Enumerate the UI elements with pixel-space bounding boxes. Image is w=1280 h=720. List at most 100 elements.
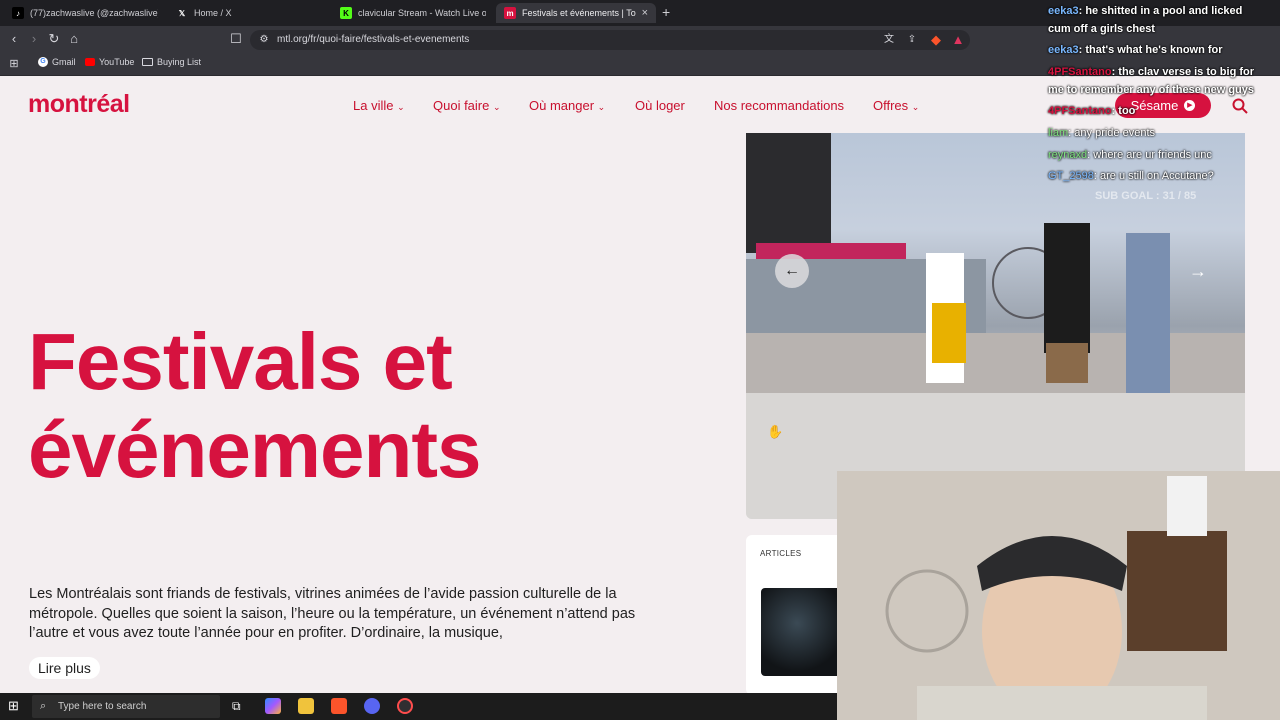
nav-ou-loger[interactable]: Où loger (635, 98, 685, 113)
home-icon[interactable]: ⌂ (66, 31, 82, 47)
windows-start-icon[interactable]: ⊞ (8, 698, 24, 714)
copilot-icon[interactable] (265, 698, 281, 714)
tab-title: (77)zachwaslive (@zachwaslive) | TikT (30, 8, 158, 18)
tab-mtl[interactable]: m Festivals et événements | Tourism × (496, 3, 656, 23)
bookmark-icon[interactable]: ☐ (228, 31, 244, 47)
webcam-overlay (837, 471, 1280, 720)
webcam-feed (837, 471, 1280, 720)
chat-text: : he shitted in a pool and licked (1078, 5, 1243, 17)
bookmark-label: Buying List (157, 57, 202, 67)
articles-label: ARTICLES (760, 549, 802, 558)
title-line: événements (28, 405, 481, 494)
nav-offres[interactable]: Offres ⌄ (873, 98, 919, 113)
page-title: Festivals et événements (28, 317, 481, 494)
chat-message: 4PFSantano: too (1048, 104, 1135, 118)
chat-message: eeka3: that's what he's known for (1048, 43, 1223, 57)
back-icon[interactable]: ‹ (6, 31, 22, 47)
intro-paragraph: Les Montréalais sont friands de festival… (29, 586, 636, 641)
chat-text: : that's what he's known for (1078, 44, 1223, 56)
chat-message: reynaxd: where are ur friends unc (1048, 148, 1212, 162)
chat-text: : any pride events (1068, 127, 1156, 139)
nav-quoi-faire[interactable]: Quoi faire ⌄ (433, 98, 501, 113)
kick-icon: K (340, 7, 352, 19)
nav-label: Offres (873, 98, 909, 113)
tab-title: clavicular Stream - Watch Live on Kick (358, 8, 486, 18)
chat-message: liam: any pride events (1048, 126, 1155, 140)
discord-icon[interactable] (364, 698, 380, 714)
chat-message: GT_2598: are u still on Accutane? (1048, 169, 1214, 183)
nav-label: La ville (353, 98, 394, 113)
chat-user: 4PFSantano (1048, 66, 1112, 78)
nav-label: Quoi faire (433, 98, 490, 113)
nav-label: Où manger (529, 98, 595, 113)
bookmark-youtube[interactable]: YouTube (85, 57, 134, 67)
tab-tiktok[interactable]: ♪ (77)zachwaslive (@zachwaslive) | TikT (4, 3, 166, 23)
play-icon: ▶ (1184, 100, 1196, 111)
hand-cursor-icon: ✋ (767, 424, 784, 439)
chat-user: reynaxd (1048, 149, 1088, 161)
chat-text: : where are ur friends unc (1087, 149, 1212, 161)
bookmark-label: YouTube (99, 57, 135, 67)
chat-user: GT_2598 (1048, 170, 1094, 182)
chevron-down-icon: ⌄ (493, 102, 501, 112)
file-explorer-icon[interactable] (298, 698, 314, 714)
tiktok-icon: ♪ (12, 7, 24, 19)
sesame-label: Sésame (1130, 98, 1179, 113)
brave-rewards-icon[interactable]: ▲ (950, 32, 966, 48)
chat-user: eeka3 (1048, 5, 1079, 17)
site-info-icon[interactable]: ⚙ (256, 32, 272, 48)
tab-kick[interactable]: K clavicular Stream - Watch Live on Kick (332, 3, 494, 23)
chat-user: liam (1048, 127, 1069, 139)
search-icon[interactable] (1232, 98, 1248, 114)
mtl-icon: m (504, 7, 516, 19)
share-icon[interactable]: ⇪ (904, 32, 920, 48)
reload-icon[interactable]: ↻ (46, 31, 62, 47)
google-icon: G (38, 57, 48, 67)
chat-text: : the clav verse is to big for (1111, 66, 1255, 78)
nav-ou-manger[interactable]: Où manger ⌄ (529, 98, 605, 113)
chat-user: eeka3 (1048, 44, 1079, 56)
chat-text: : are u still on Accutane? (1093, 170, 1214, 182)
nav-la-ville[interactable]: La ville ⌄ (353, 98, 405, 113)
tab-x[interactable]: 𝕏 Home / X (168, 3, 330, 23)
task-view-icon[interactable]: ⧉ (232, 698, 248, 714)
taskbar-search[interactable]: ⌕ Type here to search (32, 695, 220, 718)
close-tab-icon[interactable]: × (642, 7, 648, 19)
nav-recommandations[interactable]: Nos recommandations (714, 98, 844, 113)
article-thumbnail[interactable] (761, 588, 841, 676)
title-line: Festivals et (28, 317, 453, 406)
carousel-next-button[interactable]: → (1181, 254, 1215, 288)
chat-text: : too (1111, 105, 1136, 117)
chat-user: 4PFSantano (1048, 105, 1112, 117)
chat-message: cum off a girls chest (1048, 22, 1155, 36)
obs-icon[interactable] (397, 698, 413, 714)
read-more-button[interactable]: Lire plus (29, 657, 100, 679)
tab-title: Festivals et événements | Tourism (522, 8, 636, 18)
screen: ♪ (77)zachwaslive (@zachwaslive) | TikT … (0, 0, 1280, 720)
search-placeholder: Type here to search (58, 701, 147, 712)
chat-text: cum off a girls chest (1048, 23, 1155, 35)
chat-message: me to remember any of these new guys (1048, 83, 1254, 97)
bookmark-label: Gmail (52, 57, 76, 67)
url-text: mtl.org/fr/quoi-faire/festivals-et-evene… (277, 34, 470, 45)
apps-icon[interactable]: ⊞ (6, 56, 22, 72)
bookmark-gmail[interactable]: G Gmail (38, 57, 76, 67)
chat-message: 4PFSantano: the clav verse is to big for (1048, 65, 1254, 79)
carousel-prev-button[interactable]: ← (775, 254, 809, 288)
forward-icon[interactable]: › (26, 31, 42, 47)
site-logo[interactable]: montréal (28, 90, 130, 119)
chat-text: me to remember any of these new guys (1048, 84, 1255, 96)
chevron-down-icon: ⌄ (597, 102, 606, 112)
folder-icon (142, 58, 153, 66)
translate-icon[interactable]: 文 (881, 32, 897, 48)
tab-title: Home / X (194, 8, 232, 18)
new-tab-button[interactable]: + (662, 4, 670, 20)
chevron-down-icon: ⌄ (911, 102, 920, 112)
chevron-down-icon: ⌄ (397, 102, 405, 112)
search-icon: ⌕ (40, 700, 47, 712)
bookmark-buying-list[interactable]: Buying List (142, 57, 201, 67)
brave-shields-icon[interactable]: ◆ (928, 32, 944, 48)
brave-icon[interactable] (331, 698, 347, 714)
youtube-icon (85, 58, 95, 66)
chat-message: eeka3: he shitted in a pool and licked (1048, 4, 1242, 18)
